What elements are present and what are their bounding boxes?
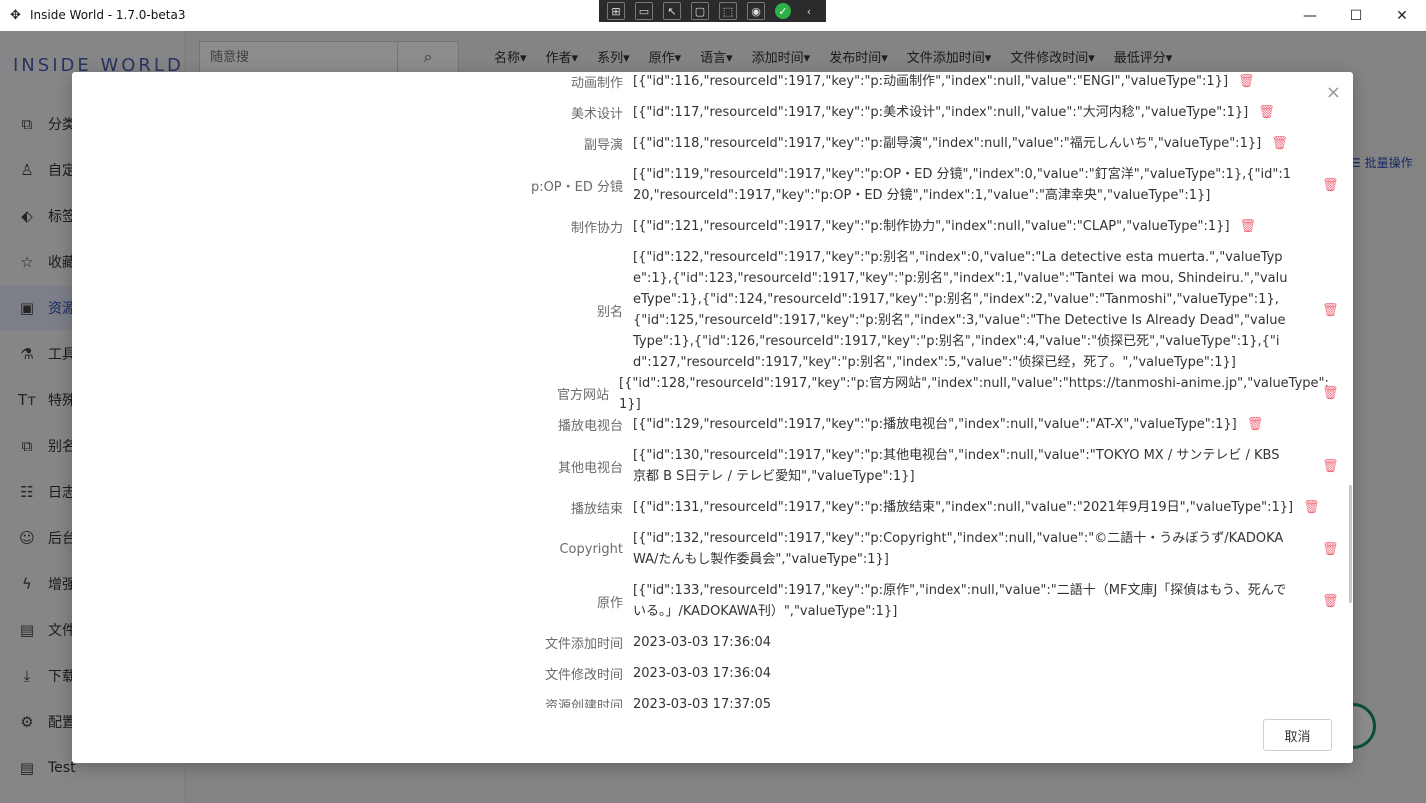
property-key: 播放电视台 xyxy=(557,419,623,434)
property-value: [{"id":117,"resourceId":1917,"key":"p:美术… xyxy=(633,105,1249,120)
delete-icon[interactable]: 🗑 xyxy=(1322,459,1339,474)
property-key: 副导演 xyxy=(583,138,623,153)
minimize-button[interactable]: — xyxy=(1287,0,1333,31)
delete-icon[interactable]: 🗑 xyxy=(1322,594,1339,609)
property-key: 美术设计 xyxy=(570,107,623,122)
delete-icon[interactable]: 🗑 xyxy=(1247,417,1264,432)
property-row: 其他电视台 [{"id":130,"resourceId":1917,"key":… xyxy=(72,445,1339,487)
property-value: 2023-03-03 17:36:04 xyxy=(633,666,772,681)
property-key: 资源创建时间 xyxy=(544,699,623,708)
property-row: 文件修改时间 2023-03-03 17:36:04 xyxy=(72,663,1332,684)
frame-icon[interactable]: ▢ xyxy=(691,2,709,20)
property-key: 其他电视台 xyxy=(557,460,623,476)
window-title: Inside World - 1.7.0-beta3 xyxy=(30,8,186,22)
maximize-button[interactable]: ☐ xyxy=(1333,0,1379,31)
property-row: 官方网站 [{"id":128,"resourceId":1917,"key":"… xyxy=(72,376,1339,412)
property-row: Copyright [{"id":132,"resourceId":1917,"k… xyxy=(72,528,1338,570)
property-key: 文件修改时间 xyxy=(544,668,623,683)
devtools-toolbar: ⊞ ▭ ↖ ▢ ⬚ ◉ ✓ ‹ xyxy=(599,0,826,22)
property-key: p:OP・ED 分镜 xyxy=(530,179,623,195)
pointer-icon[interactable]: ↖ xyxy=(663,2,681,20)
delete-icon[interactable]: 🗑 xyxy=(1258,105,1275,120)
device-icon[interactable]: ▭ xyxy=(635,2,653,20)
property-row: 美术设计 [{"id":117,"resourceId":1917,"key":"… xyxy=(72,102,1332,123)
delete-icon[interactable]: 🗑 xyxy=(1303,500,1320,515)
property-key: 原作 xyxy=(596,595,623,611)
property-value: [{"id":128,"resourceId":1917,"key":"p:官方… xyxy=(619,375,1329,412)
cancel-button[interactable]: 取消 xyxy=(1263,719,1332,751)
delete-icon[interactable]: 🗑 xyxy=(1322,542,1339,557)
property-key: 播放结束 xyxy=(570,502,623,517)
property-value: [{"id":119,"resourceId":1917,"key":"p:OP… xyxy=(633,167,1291,203)
delete-icon[interactable]: 🗑 xyxy=(1322,178,1339,193)
property-row: 资源创建时间 2023-03-03 17:37:05 xyxy=(72,694,1332,708)
close-window-button[interactable]: ✕ xyxy=(1379,0,1425,31)
property-row: 文件添加时间 2023-03-03 17:36:04 xyxy=(72,632,1332,653)
delete-icon[interactable]: 🗑 xyxy=(1271,136,1288,151)
property-row: 播放电视台 [{"id":129,"resourceId":1917,"key":… xyxy=(72,414,1332,435)
property-key: 文件添加时间 xyxy=(544,637,623,652)
property-key: 官方网站 xyxy=(557,388,610,403)
delete-icon[interactable]: 🗑 xyxy=(1322,303,1339,318)
property-value: 2023-03-03 17:36:04 xyxy=(633,635,772,650)
property-value: [{"id":129,"resourceId":1917,"key":"p:播放… xyxy=(633,417,1237,432)
window-titlebar: ✥ Inside World - 1.7.0-beta3 ⊞ ▭ ↖ ▢ ⬚ ◉… xyxy=(0,0,1426,32)
property-value: [{"id":118,"resourceId":1917,"key":"p:副导… xyxy=(633,136,1262,151)
property-value: 2023-03-03 17:37:05 xyxy=(633,697,772,708)
property-row: 副导演 [{"id":118,"resourceId":1917,"key":"p… xyxy=(72,133,1332,154)
property-value: [{"id":131,"resourceId":1917,"key":"p:播放… xyxy=(633,500,1294,515)
property-key: 动画制作 xyxy=(570,76,623,91)
property-row: 别名 [{"id":122,"resourceId":1917,"key":"p:… xyxy=(72,247,1339,373)
select-icon[interactable]: ⬚ xyxy=(719,2,737,20)
property-value: [{"id":121,"resourceId":1917,"key":"p:制作… xyxy=(633,219,1230,234)
signal-icon[interactable]: ◉ xyxy=(747,2,765,20)
delete-icon[interactable]: 🗑 xyxy=(1240,219,1257,234)
property-row: p:OP・ED 分镜 [{"id":119,"resourceId":1917,"… xyxy=(72,164,1339,206)
delete-icon[interactable]: 🗑 xyxy=(1322,386,1339,401)
resource-detail-modal: × 动画制作 [{"id":116,"resourceId":1917,"key"… xyxy=(72,72,1353,763)
property-value: [{"id":116,"resourceId":1917,"key":"p:动画… xyxy=(633,74,1229,89)
property-value: [{"id":122,"resourceId":1917,"key":"p:别名… xyxy=(633,250,1288,370)
scrollbar[interactable] xyxy=(1349,485,1352,603)
delete-icon[interactable]: 🗑 xyxy=(1238,74,1255,89)
app-icon: ✥ xyxy=(10,8,21,23)
chevron-left-icon[interactable]: ‹ xyxy=(801,3,817,19)
property-row: 动画制作 [{"id":116,"resourceId":1917,"key":"… xyxy=(72,72,1332,92)
property-row: 原作 [{"id":133,"resourceId":1917,"key":"p:… xyxy=(72,580,1339,622)
property-row: 播放结束 [{"id":131,"resourceId":1917,"key":"… xyxy=(72,497,1332,518)
property-row: 制作协力 [{"id":121,"resourceId":1917,"key":"… xyxy=(72,216,1332,237)
property-value: [{"id":132,"resourceId":1917,"key":"p:Co… xyxy=(633,531,1284,567)
property-key: 制作协力 xyxy=(570,221,623,236)
property-value: [{"id":133,"resourceId":1917,"key":"p:原作… xyxy=(633,583,1287,619)
property-value: [{"id":130,"resourceId":1917,"key":"p:其他… xyxy=(633,448,1280,484)
property-key: 别名 xyxy=(596,304,623,320)
check-icon[interactable]: ✓ xyxy=(775,3,791,19)
property-key: Copyright xyxy=(559,541,623,557)
property-list[interactable]: 动画制作 [{"id":116,"resourceId":1917,"key":"… xyxy=(72,72,1344,708)
inspect-icon[interactable]: ⊞ xyxy=(607,2,625,20)
